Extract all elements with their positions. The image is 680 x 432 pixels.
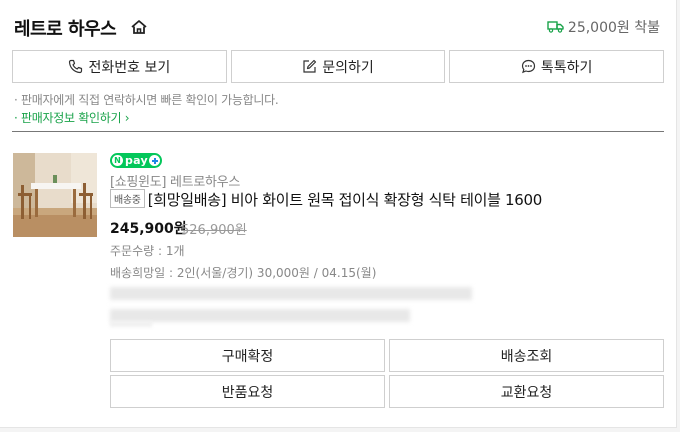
chat-icon xyxy=(521,59,536,74)
plus-icon xyxy=(149,155,160,166)
order-card: 레트로 하우스 25,000원 착불 전화번호 보기 문의하기 톡톡하기 · 판… xyxy=(0,0,677,428)
product-category: [쇼핑윈도] 레트로하우스 xyxy=(110,175,240,190)
seller-info-link[interactable]: · 판매자정보 확인하기 › xyxy=(14,109,130,126)
inquiry-button-label: 문의하기 xyxy=(322,59,374,76)
naver-n-icon: N xyxy=(112,155,123,166)
status-badge: 배송중 xyxy=(110,189,145,208)
store-header: 레트로 하우스 25,000원 착불 xyxy=(14,14,662,40)
divider xyxy=(12,131,664,132)
inquiry-button[interactable]: 문의하기 xyxy=(230,50,446,83)
phone-icon xyxy=(69,59,83,74)
product-title[interactable]: [희망일배송] 비아 화이트 원목 접이식 확장형 식탁 테이블 1600 xyxy=(148,191,543,209)
delivery-request: 배송희망일 : 2인(서울/경기) 30,000원 / 04.15(월) xyxy=(110,266,377,280)
contact-notice: · 판매자에게 직접 연락하시면 빠른 확인이 가능합니다. xyxy=(14,93,279,107)
shipping-fee-text: 25,000원 착불 xyxy=(567,20,660,36)
redacted-address-detail xyxy=(110,309,410,322)
track-delivery-button[interactable]: 배송조회 xyxy=(389,339,664,372)
product-title-line[interactable]: 배송중 [희망일배송] 비아 화이트 원목 접이식 확장형 식탁 테이블 1600 xyxy=(110,189,542,210)
order-quantity: 주문수량 : 1개 xyxy=(110,244,185,258)
confirm-purchase-button[interactable]: 구매확정 xyxy=(110,339,385,372)
truck-icon xyxy=(547,21,564,33)
original-price: 526,900원 xyxy=(181,223,247,238)
exchange-request-button[interactable]: 교환요청 xyxy=(389,375,664,408)
shipping-fee: 25,000원 착불 xyxy=(547,17,660,37)
store-name[interactable]: 레트로 하우스 xyxy=(14,15,117,41)
redacted-extra xyxy=(110,321,152,327)
redacted-address xyxy=(110,287,472,300)
return-request-button[interactable]: 반품요청 xyxy=(110,375,385,408)
talk-button-label: 톡톡하기 xyxy=(540,59,593,76)
product-image xyxy=(13,153,97,237)
npay-badge: N pay xyxy=(110,153,162,168)
order-actions: 구매확정 배송조회 반품요청 교환요청 xyxy=(110,339,664,408)
talk-button[interactable]: 톡톡하기 xyxy=(449,50,665,83)
edit-icon xyxy=(303,59,317,73)
contact-buttons: 전화번호 보기 문의하기 톡톡하기 xyxy=(12,50,665,83)
home-icon[interactable] xyxy=(130,18,148,36)
product-thumbnail[interactable] xyxy=(13,153,97,237)
sale-price: 245,900원 xyxy=(110,221,187,237)
phone-button[interactable]: 전화번호 보기 xyxy=(12,50,227,83)
phone-button-label: 전화번호 보기 xyxy=(88,59,171,76)
npay-label: pay xyxy=(125,154,149,167)
